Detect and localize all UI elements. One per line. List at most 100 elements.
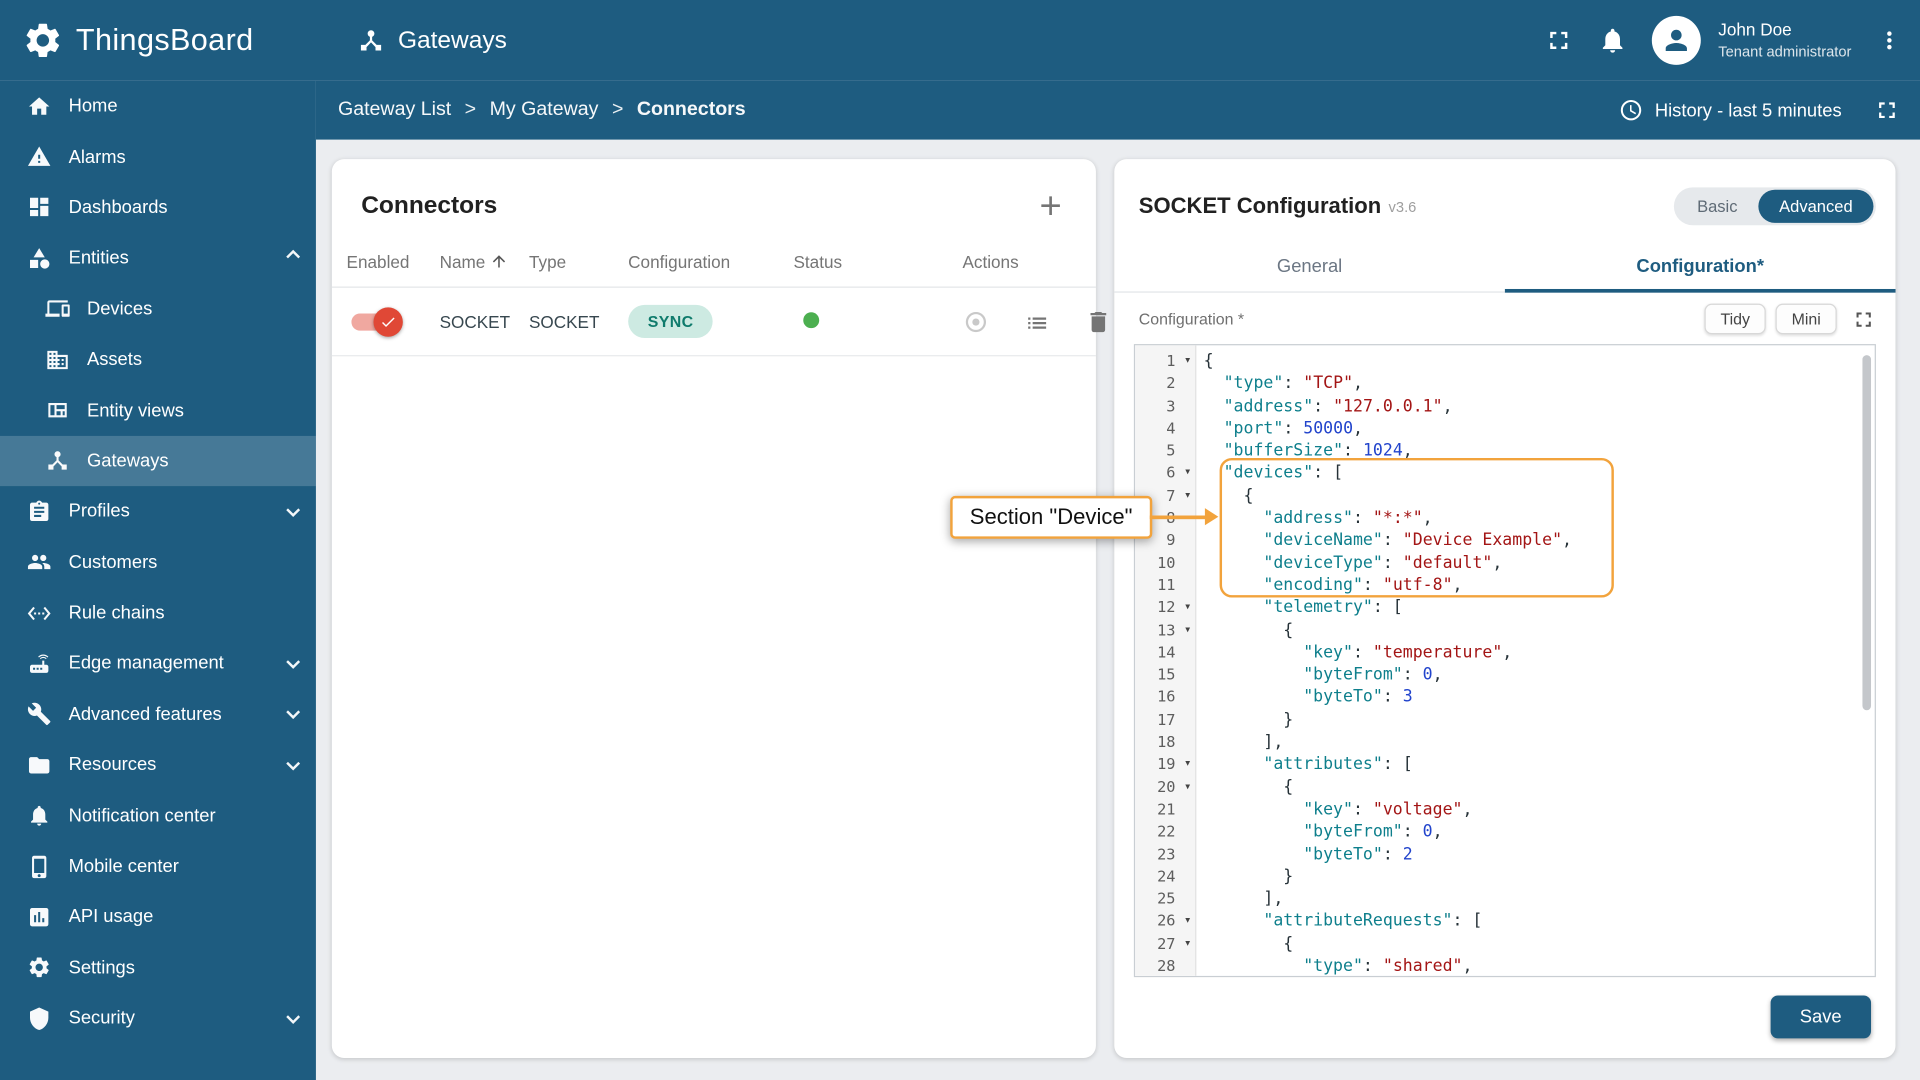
add-connector-button[interactable]	[1035, 190, 1067, 222]
sidebar-item-api-usage[interactable]: API usage	[0, 892, 316, 943]
configuration-field-row: Configuration * Tidy Mini	[1114, 293, 1895, 342]
column-label: Configuration	[628, 251, 731, 272]
column-header-type[interactable]: Type	[529, 252, 628, 272]
fullscreen-icon[interactable]	[1544, 26, 1573, 55]
fold-icon[interactable]: ▾	[1184, 910, 1191, 932]
user-info[interactable]: John Doe Tenant administrator	[1718, 19, 1851, 62]
code-line: "port": 50000,	[1223, 418, 1363, 439]
code-line: {	[1203, 933, 1294, 954]
editor-code[interactable]: { "type": "TCP", "address": "127.0.0.1",…	[1196, 345, 1874, 976]
kebab-menu-icon[interactable]	[1876, 26, 1903, 55]
connector-row[interactable]: SOCKET SOCKET SYNC	[331, 288, 1107, 357]
fold-icon[interactable]: ▾	[1184, 753, 1191, 775]
line-number: 1 ▾	[1135, 350, 1195, 372]
notifications-bell-icon[interactable]	[1598, 26, 1627, 55]
fold-icon[interactable]: ▾	[1184, 462, 1191, 484]
sidebar-item-edge-management[interactable]: Edge management	[0, 638, 316, 689]
fold-icon[interactable]: ▾	[1184, 485, 1191, 507]
breadcrumb-item-gateway-list[interactable]: Gateway List	[338, 99, 451, 121]
basic-mode-button[interactable]: Basic	[1676, 190, 1758, 223]
column-header-status[interactable]: Status	[793, 252, 962, 272]
clock-icon	[1619, 98, 1643, 122]
code-line: "type": "shared",	[1303, 956, 1473, 976]
actions-cell	[962, 308, 1111, 335]
sidebar-item-gateways[interactable]: Gateways	[0, 435, 316, 487]
check-icon	[380, 313, 397, 330]
tab-general[interactable]: General	[1114, 242, 1505, 291]
top-bar: ThingsBoard Gateways John Doe Tenant adm…	[0, 0, 1920, 81]
sidebar-item-resources[interactable]: Resources	[0, 740, 316, 791]
sidebar-item-customers[interactable]: Customers	[0, 537, 316, 588]
sidebar-item-label: Dashboards	[68, 197, 168, 218]
sidebar-item-home[interactable]: Home	[0, 81, 316, 132]
fold-icon[interactable]: ▾	[1184, 933, 1191, 955]
user-role: Tenant administrator	[1718, 43, 1852, 61]
config-header: SOCKET Configuration v3.6 Basic Advanced	[1114, 159, 1895, 242]
sidebar-item-label: Customers	[68, 551, 158, 573]
sidebar-item-advanced-features[interactable]: Advanced features	[0, 689, 316, 740]
sidebar: Home Alarms Dashboards Entities Devices Asset…	[0, 80, 316, 1080]
rpc-icon[interactable]	[962, 308, 989, 335]
sidebar-item-dashboards[interactable]: Dashboards	[0, 182, 316, 233]
sidebar-item-label: Gateways	[86, 450, 169, 472]
logs-list-icon[interactable]	[1024, 308, 1051, 335]
editor-scrollbar[interactable]	[1862, 355, 1872, 711]
avatar[interactable]	[1652, 15, 1702, 65]
mini-button[interactable]: Mini	[1775, 303, 1837, 335]
chevron-down-icon	[286, 654, 301, 669]
code-line: "telemetry": [	[1263, 597, 1403, 618]
column-header-name[interactable]: Name	[440, 252, 529, 271]
tab-configuration[interactable]: Configuration*	[1504, 242, 1896, 293]
code-line: "type": "TCP",	[1223, 373, 1363, 394]
expand-fullscreen-icon[interactable]	[1873, 97, 1900, 124]
fold-icon[interactable]: ▾	[1184, 350, 1191, 372]
sidebar-item-label: Devices	[86, 298, 153, 320]
configuration-cell: SYNC	[628, 304, 793, 338]
sort-ascending-icon	[490, 252, 508, 270]
advanced-mode-button[interactable]: Advanced	[1758, 189, 1874, 223]
brand-name: ThingsBoard	[75, 22, 254, 57]
fold-icon[interactable]: ▾	[1184, 597, 1191, 619]
assets-icon	[45, 347, 69, 371]
home-icon	[27, 94, 51, 118]
sidebar-item-alarms[interactable]: Alarms	[0, 131, 316, 182]
sidebar-item-entities[interactable]: Entities	[0, 233, 316, 284]
sidebar-item-label: Notification center	[68, 805, 216, 827]
history-button[interactable]: History - last 5 minutes	[1619, 98, 1842, 122]
code-line: "attributeRequests": [	[1263, 911, 1483, 932]
json-editor[interactable]: 1▾23456▾7▾89101112▾13▾141516171819▾20▾21…	[1133, 344, 1876, 978]
column-label: Status	[793, 251, 843, 272]
line-number: 6 ▾	[1135, 462, 1195, 484]
delete-icon[interactable]	[1085, 308, 1112, 335]
chevron-up-icon	[286, 249, 301, 264]
brand[interactable]: ThingsBoard	[0, 20, 316, 62]
sidebar-item-devices[interactable]: Devices	[0, 284, 316, 335]
fold-icon[interactable]: ▾	[1184, 619, 1191, 641]
sidebar-item-profiles[interactable]: Profiles	[0, 486, 316, 537]
sidebar-item-mobile-center[interactable]: Mobile center	[0, 841, 316, 892]
column-header-configuration[interactable]: Configuration	[628, 252, 793, 272]
save-button[interactable]: Save	[1770, 995, 1872, 1039]
annotation-connector-line	[1149, 515, 1209, 519]
breadcrumb-item-my-gateway[interactable]: My Gateway	[490, 99, 599, 121]
api-usage-icon	[27, 905, 51, 929]
fold-icon[interactable]: ▾	[1184, 776, 1191, 798]
code-line: "address": "127.0.0.1",	[1223, 396, 1453, 416]
code-line: {	[1203, 351, 1214, 372]
sidebar-item-entity-views[interactable]: Entity views	[0, 385, 316, 436]
editor-fullscreen-icon[interactable]	[1851, 307, 1875, 331]
column-header-enabled[interactable]: Enabled	[347, 252, 440, 272]
config-panel: SOCKET Configuration v3.6 Basic Advanced…	[1114, 159, 1896, 1058]
sidebar-item-notification-center[interactable]: Notification center	[0, 790, 316, 841]
sidebar-item-security[interactable]: Security	[0, 993, 316, 1044]
entities-icon	[27, 246, 51, 270]
device-section-annotation: Section "Device"	[950, 495, 1153, 539]
column-header-actions[interactable]: Actions	[962, 252, 1066, 272]
sidebar-item-assets[interactable]: Assets	[0, 334, 316, 385]
sidebar-item-settings[interactable]: Settings	[0, 942, 316, 993]
connector-enabled-toggle[interactable]	[351, 306, 403, 337]
tidy-button[interactable]: Tidy	[1704, 303, 1766, 335]
line-number: 24	[1157, 866, 1176, 886]
code-line: "byteTo": 2	[1303, 844, 1413, 864]
sidebar-item-rule-chains[interactable]: Rule chains	[0, 588, 316, 639]
